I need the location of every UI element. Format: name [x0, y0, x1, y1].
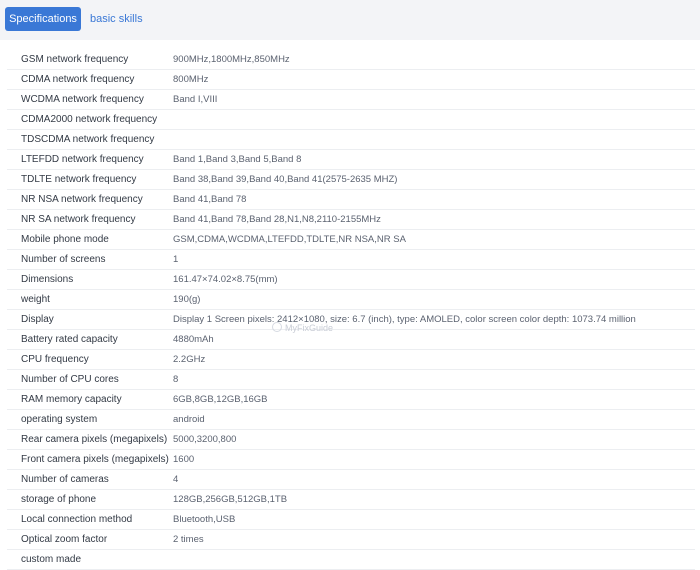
tab-specifications[interactable]: Specifications: [5, 7, 81, 31]
spec-row: WCDMA network frequency Band I,VIII: [7, 90, 695, 110]
spec-label: RAM memory capacity: [21, 394, 122, 405]
spec-label: LTEFDD network frequency: [21, 154, 144, 165]
spec-row: Display Display 1 Screen pixels: 2412×10…: [7, 310, 695, 330]
spec-row: CDMA network frequency 800MHz: [7, 70, 695, 90]
tab-basic-skills[interactable]: basic skills: [90, 7, 143, 31]
spec-value: Band 41,Band 78,Band 28,N1,N8,2110-2155M…: [173, 214, 381, 225]
spec-label: Display: [21, 314, 54, 325]
spec-label: TDLTE network frequency: [21, 174, 137, 185]
spec-value: Band 41,Band 78: [173, 194, 247, 205]
spec-label: Number of screens: [21, 254, 106, 265]
spec-row: GSM network frequency 900MHz,1800MHz,850…: [7, 50, 695, 70]
spec-row: Number of screens 1: [7, 250, 695, 270]
spec-label: Local connection method: [21, 514, 133, 525]
spec-value: 6GB,8GB,12GB,16GB: [173, 394, 268, 405]
spec-value: 800MHz: [173, 74, 209, 85]
spec-label: Mobile phone mode: [21, 234, 109, 245]
spec-value: Display 1 Screen pixels: 2412×1080, size…: [173, 314, 636, 325]
spec-label: CPU frequency: [21, 354, 89, 365]
spec-label: storage of phone: [21, 494, 97, 505]
spec-value: 128GB,256GB,512GB,1TB: [173, 494, 288, 505]
spec-row: storage of phone 128GB,256GB,512GB,1TB: [7, 490, 695, 510]
spec-row: NR SA network frequency Band 41,Band 78,…: [7, 210, 695, 230]
spec-label: Battery rated capacity: [21, 334, 118, 345]
spec-row: Number of CPU cores 8: [7, 370, 695, 390]
spec-label: Number of CPU cores: [21, 374, 119, 385]
spec-row: operating system android: [7, 410, 695, 430]
spec-value: 2 times: [173, 534, 204, 545]
spec-row: custom made: [7, 550, 695, 570]
spec-label: Front camera pixels (megapixels): [21, 454, 169, 465]
spec-value: 2.2GHz: [173, 354, 206, 365]
spec-label: custom made: [21, 554, 82, 565]
spec-row: weight 190(g): [7, 290, 695, 310]
spec-label: Dimensions: [21, 274, 74, 285]
spec-row: Dimensions 161.47×74.02×8.75(mm): [7, 270, 695, 290]
spec-row: TDSCDMA network frequency: [7, 130, 695, 150]
spec-value: 161.47×74.02×8.75(mm): [173, 274, 278, 285]
spec-value: 1: [173, 254, 179, 265]
tab-bar: Specifications basic skills: [0, 0, 700, 40]
spec-row: Local connection method Bluetooth,USB: [7, 510, 695, 530]
spec-label: operating system: [21, 414, 98, 425]
spec-value: 1600: [173, 454, 195, 465]
spec-value: 5000,3200,800: [173, 434, 237, 445]
spec-row: CPU frequency 2.2GHz: [7, 350, 695, 370]
spec-value: Band 38,Band 39,Band 40,Band 41(2575-263…: [173, 174, 398, 185]
spec-value: Bluetooth,USB: [173, 514, 236, 525]
spec-value: GSM,CDMA,WCDMA,LTEFDD,TDLTE,NR NSA,NR SA: [173, 234, 406, 245]
spec-label: weight: [21, 294, 50, 305]
spec-value: Band I,VIII: [173, 94, 218, 105]
spec-value: android: [173, 414, 205, 425]
spec-row: LTEFDD network frequency Band 1,Band 3,B…: [7, 150, 695, 170]
spec-value: 4880mAh: [173, 334, 214, 345]
spec-row: Optical zoom factor 2 times: [7, 530, 695, 550]
spec-row: Number of cameras 4: [7, 470, 695, 490]
spec-row: Mobile phone mode GSM,CDMA,WCDMA,LTEFDD,…: [7, 230, 695, 250]
spec-value: Band 1,Band 3,Band 5,Band 8: [173, 154, 302, 165]
spec-value: 190(g): [173, 294, 201, 305]
spec-label: Optical zoom factor: [21, 534, 108, 545]
spec-label: TDSCDMA network frequency: [21, 134, 155, 145]
spec-label: WCDMA network frequency: [21, 94, 144, 105]
spec-row: NR NSA network frequency Band 41,Band 78: [7, 190, 695, 210]
spec-row: CDMA2000 network frequency: [7, 110, 695, 130]
spec-value: 4: [173, 474, 179, 485]
spec-label: CDMA2000 network frequency: [21, 114, 158, 125]
spec-label: NR SA network frequency: [21, 214, 136, 225]
spec-label: GSM network frequency: [21, 54, 129, 65]
spec-row: RAM memory capacity 6GB,8GB,12GB,16GB: [7, 390, 695, 410]
spec-label: CDMA network frequency: [21, 74, 135, 85]
spec-label: NR NSA network frequency: [21, 194, 143, 205]
spec-row: Battery rated capacity 4880mAh: [7, 330, 695, 350]
watermark-text: MyFixGuide: [285, 323, 334, 333]
watermark-logo-icon: [272, 322, 282, 332]
spec-label: Rear camera pixels (megapixels): [21, 434, 168, 445]
spec-row: Front camera pixels (megapixels) 1600: [7, 450, 695, 470]
specs-table: GSM network frequency 900MHz,1800MHz,850…: [7, 50, 695, 570]
spec-row: TDLTE network frequency Band 38,Band 39,…: [7, 170, 695, 190]
spec-value: 8: [173, 374, 179, 385]
spec-row: Rear camera pixels (megapixels) 5000,320…: [7, 430, 695, 450]
watermark: MyFixGuide: [272, 322, 333, 333]
spec-value: 900MHz,1800MHz,850MHz: [173, 54, 290, 65]
spec-label: Number of cameras: [21, 474, 109, 485]
